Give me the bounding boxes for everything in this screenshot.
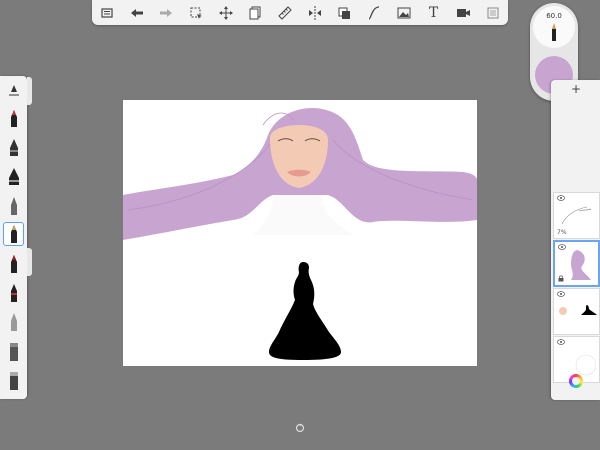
- ruler-brush-icon: [8, 85, 19, 96]
- drawing-canvas[interactable]: [123, 100, 477, 366]
- ruler-tool-button[interactable]: [274, 2, 296, 24]
- undo-button[interactable]: [126, 2, 148, 24]
- paint-brush-icon: [10, 255, 17, 273]
- rotate-icon: [295, 423, 305, 433]
- soft-pencil-icon: [10, 313, 17, 331]
- felt-pen-icon: [8, 168, 19, 185]
- pencil-brush[interactable]: [3, 194, 24, 218]
- layers-tool-button[interactable]: [244, 2, 266, 24]
- brush-panel-collapse-handle-top[interactable]: [27, 77, 32, 105]
- airbrush-brush[interactable]: [3, 281, 24, 305]
- brush-panel-collapse-handle-bottom[interactable]: [27, 248, 32, 276]
- record-tool-button[interactable]: [452, 2, 474, 24]
- sketch-thumbnail: [561, 206, 592, 225]
- text-tool-button[interactable]: T: [423, 2, 445, 24]
- layers-icon: [249, 6, 261, 19]
- fill-tool-button[interactable]: [333, 2, 355, 24]
- blender-brush[interactable]: [3, 369, 24, 393]
- airbrush-icon: [10, 284, 17, 302]
- color-wheel-icon: [572, 377, 580, 385]
- flat-brush[interactable]: [3, 340, 24, 364]
- marker-brush[interactable]: [3, 107, 24, 131]
- gallery-button[interactable]: [96, 2, 118, 24]
- symmetry-tool-button[interactable]: [304, 2, 326, 24]
- undo-arrow-icon: [130, 8, 143, 17]
- ink-pen-brush[interactable]: [3, 136, 24, 160]
- text-icon: T: [428, 4, 439, 21]
- fountain-pen-icon: [552, 23, 556, 41]
- curve-icon: [368, 5, 380, 20]
- fill-icon: [338, 7, 351, 19]
- ruler-brush[interactable]: [3, 79, 24, 103]
- brush-size-control[interactable]: 60.0: [533, 6, 575, 48]
- video-icon: [457, 8, 471, 17]
- move-icon: [218, 5, 233, 20]
- image-tool-button[interactable]: [393, 2, 415, 24]
- felt-pen-brush[interactable]: [3, 165, 24, 189]
- layer-2-hair[interactable]: [553, 240, 600, 287]
- transform-tool-button[interactable]: [215, 2, 237, 24]
- color-wheel-button[interactable]: [569, 374, 583, 388]
- redo-button[interactable]: [155, 2, 177, 24]
- image-icon: [397, 7, 411, 18]
- ink-pen-icon: [9, 139, 18, 156]
- soft-pencil-brush[interactable]: [3, 310, 24, 334]
- pencil-icon: [10, 197, 17, 215]
- flat-brush-icon: [9, 343, 18, 361]
- paint-brush[interactable]: [3, 252, 24, 276]
- ruler-icon: [278, 5, 292, 20]
- silhouette-figure: [269, 262, 341, 360]
- fountain-pen-icon: [10, 225, 17, 243]
- selection-icon: [190, 7, 202, 19]
- lock-icon: [558, 275, 564, 282]
- brush-panel: [0, 76, 27, 399]
- brush-size-value: 60.0: [546, 12, 562, 20]
- artwork: [123, 107, 477, 360]
- add-layer-button[interactable]: +: [571, 82, 581, 96]
- redo-arrow-icon: [160, 8, 173, 17]
- curve-tool-button[interactable]: [363, 2, 385, 24]
- symmetry-icon: [308, 5, 321, 20]
- fullscreen-icon: [487, 7, 499, 18]
- gallery-icon: [101, 7, 113, 18]
- canvas-rotate-handle[interactable]: [295, 418, 305, 433]
- marker-icon: [10, 110, 17, 127]
- eye-icon: [557, 291, 565, 297]
- layer-3-figure[interactable]: [553, 288, 600, 335]
- fountain-pen-brush[interactable]: [3, 222, 24, 246]
- layer-1-sketch[interactable]: 7%: [553, 192, 600, 239]
- layer-opacity-label: 7%: [557, 229, 567, 236]
- top-toolbar: T: [92, 0, 508, 25]
- blender-icon: [9, 372, 18, 390]
- background-thumbnail: [575, 354, 596, 376]
- layer-panel: + 7%: [551, 80, 600, 400]
- figure-thumbnail: [559, 305, 597, 315]
- fullscreen-button[interactable]: [482, 2, 504, 24]
- selection-tool-button[interactable]: [185, 2, 207, 24]
